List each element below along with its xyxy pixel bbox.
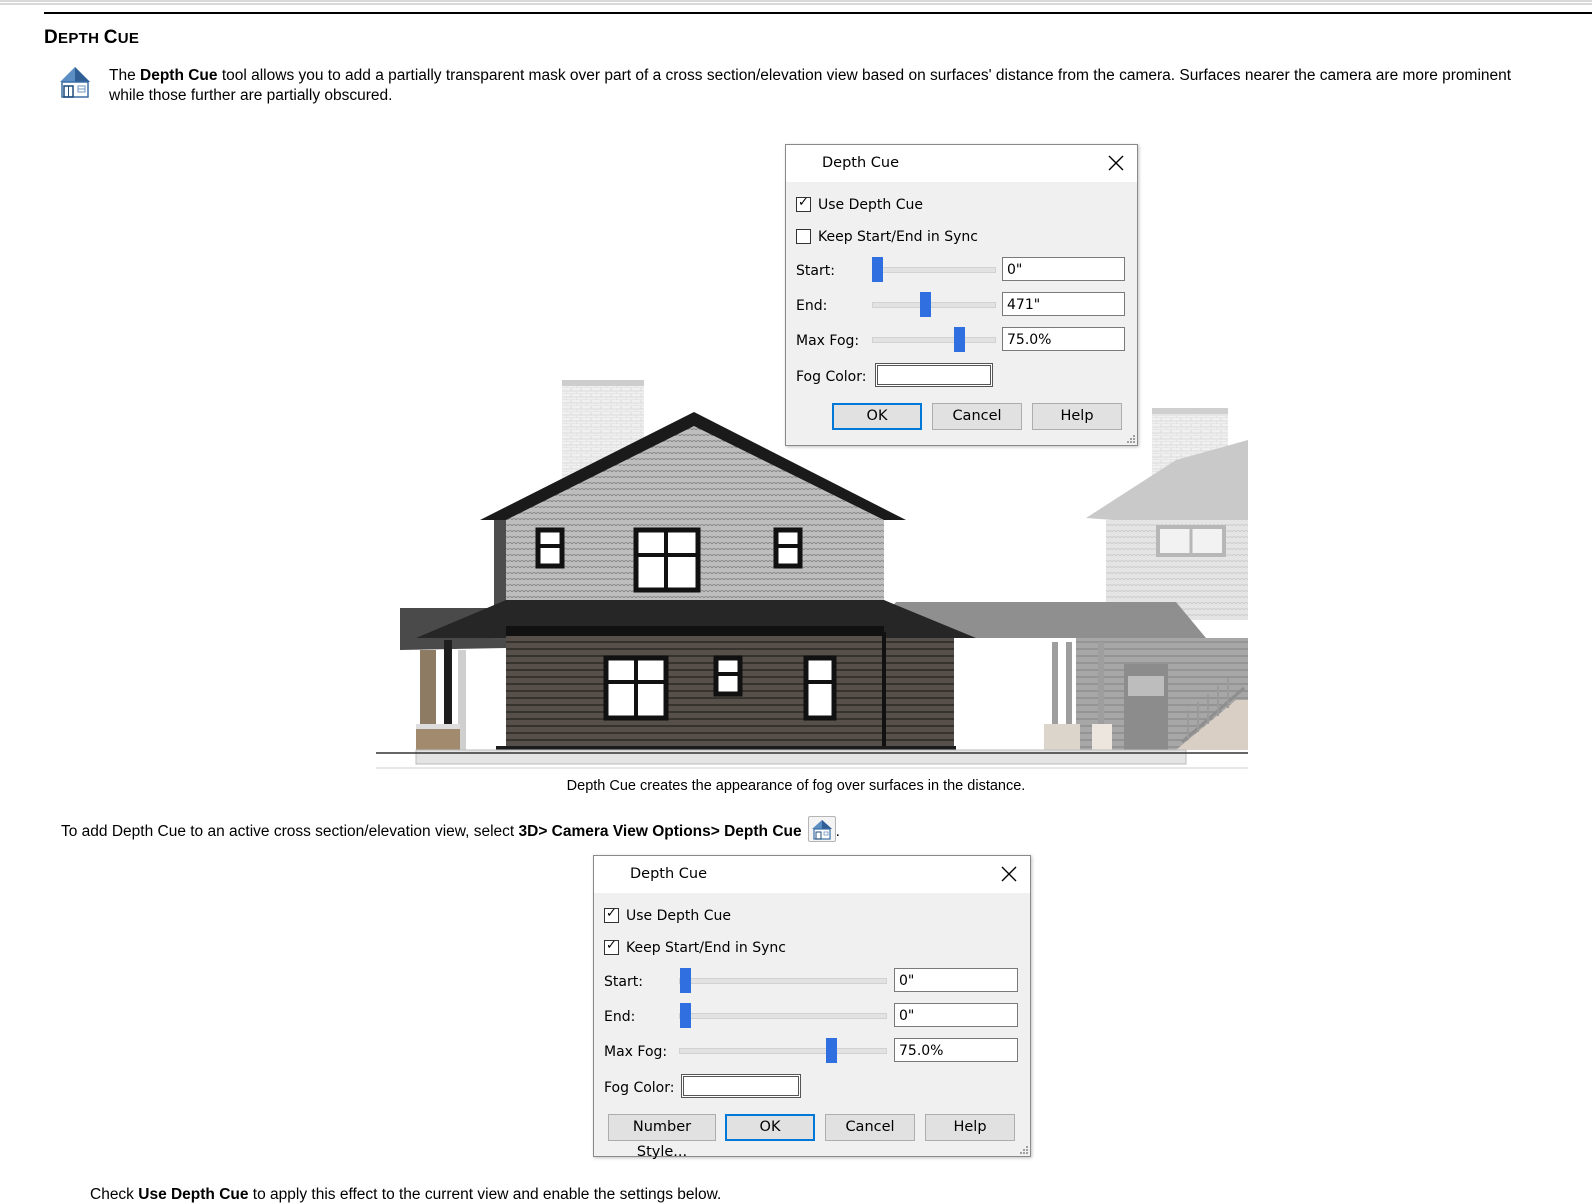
max-fog-slider[interactable] [872,337,996,343]
end-slider-thumb[interactable] [920,292,931,317]
checkmark-icon: ✓ [606,906,617,921]
start-slider[interactable] [679,978,887,984]
use-depth-cue-label: Use Depth Cue [818,197,923,213]
cut-off-paragraph: Check Use Depth Cue to apply this effect… [90,1186,722,1203]
depth-cue-dialog: Depth Cue ✓ Use Depth Cue Keep Start/End… [785,144,1138,446]
figure-caption: Depth Cue creates the appearance of fog … [566,778,1026,794]
end-input[interactable]: 471" [1002,292,1125,316]
depth-cue-house-icon [807,816,836,842]
checkmark-icon: ✓ [798,195,809,210]
help-button[interactable]: Help [1032,403,1122,430]
max-fog-input[interactable]: 75.0% [894,1038,1018,1062]
resize-grip-icon[interactable] [1125,433,1135,443]
start-slider-thumb[interactable] [872,257,883,282]
heading-rule [44,12,1592,14]
depth-cue-house-icon [60,67,90,98]
start-input[interactable]: 0" [1002,257,1125,281]
start-slider[interactable] [872,267,996,273]
max-fog-slider-thumb[interactable] [826,1038,837,1063]
keep-sync-label: Keep Start/End in Sync [818,229,978,245]
end-label: End: [604,1009,636,1025]
instruction-paragraph: To add Depth Cue to an active cross sect… [61,816,840,842]
ok-button[interactable]: OK [832,403,922,430]
top-border [0,0,1592,2]
dialog-title-bar[interactable]: Depth Cue [594,856,1030,893]
close-icon[interactable] [1105,152,1127,174]
ok-button[interactable]: OK [725,1114,815,1141]
keep-sync-checkbox[interactable]: ✓ [604,938,619,955]
start-label: Start: [796,263,835,279]
resize-grip-icon[interactable] [1018,1144,1028,1154]
fog-color-label: Fog Color: [604,1080,675,1096]
max-fog-label: Max Fog: [604,1044,668,1060]
page-title: DEPTH CUE [44,27,140,48]
end-slider-thumb[interactable] [680,1003,691,1028]
keep-sync-label: Keep Start/End in Sync [626,940,786,956]
end-label: End: [796,298,828,314]
end-slider[interactable] [872,302,996,308]
keep-sync-checkbox[interactable] [796,229,811,244]
checkmark-icon: ✓ [606,938,617,953]
cancel-button[interactable]: Cancel [825,1114,915,1141]
top-border-2 [0,3,1592,5]
max-fog-label: Max Fog: [796,333,860,349]
cancel-button[interactable]: Cancel [932,403,1022,430]
depth-cue-dialog-synced: Depth Cue ✓ Use Depth Cue ✓ Keep Start/E… [593,855,1031,1160]
use-depth-cue-checkbox[interactable]: ✓ [796,195,811,212]
start-input[interactable]: 0" [894,968,1018,992]
dialog-title-bar[interactable]: Depth Cue [786,145,1137,182]
help-button[interactable]: Help [925,1114,1015,1141]
end-input[interactable]: 0" [894,1003,1018,1027]
use-depth-cue-label: Use Depth Cue [626,908,731,924]
dialog-title: Depth Cue [822,155,900,171]
max-fog-input[interactable]: 75.0% [1002,327,1125,351]
fog-color-label: Fog Color: [796,369,867,385]
start-slider-thumb[interactable] [680,968,691,993]
number-style-button[interactable]: Number Style... [608,1114,716,1160]
dialog-title: Depth Cue [630,866,708,882]
fog-color-swatch[interactable] [875,363,993,387]
max-fog-slider-thumb[interactable] [954,327,965,352]
use-depth-cue-checkbox[interactable]: ✓ [604,906,619,923]
end-slider[interactable] [679,1013,887,1019]
intro-paragraph: The Depth Cue tool allows you to add a p… [109,67,1512,104]
fog-color-swatch[interactable] [681,1074,801,1098]
close-icon[interactable] [998,863,1020,885]
max-fog-slider[interactable] [679,1048,887,1054]
start-label: Start: [604,974,643,990]
